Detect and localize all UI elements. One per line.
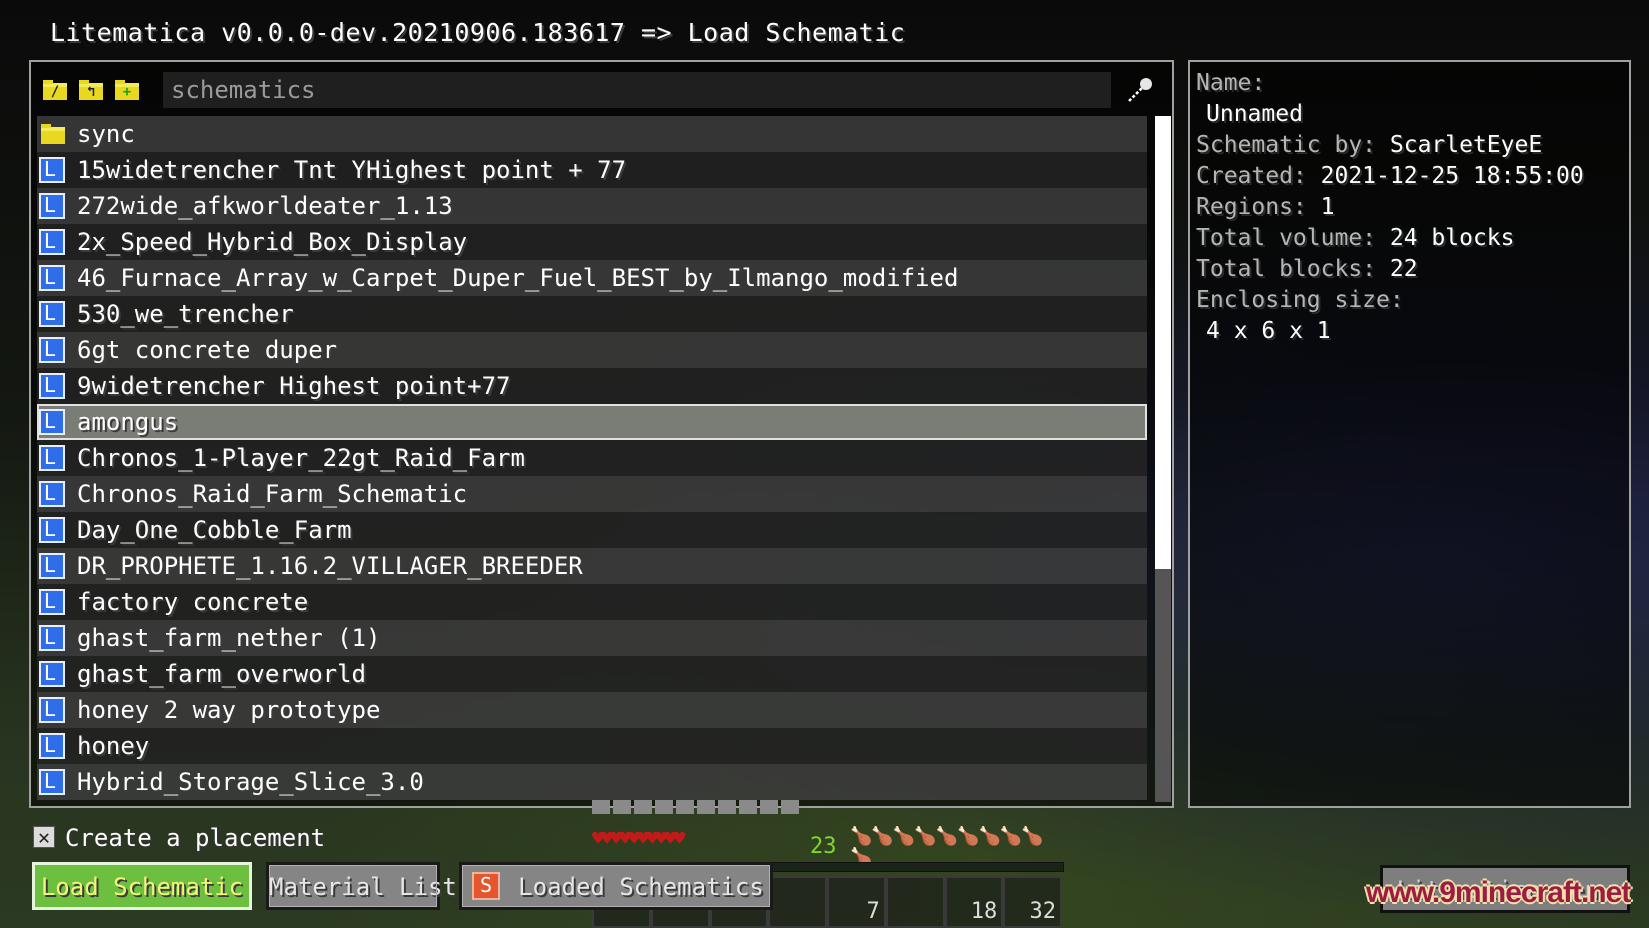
entry-name: 9widetrencher Highest point+77 xyxy=(77,372,511,400)
file-row[interactable]: L DR_PROPHETE_1.16.2_VILLAGER_BREEDER xyxy=(37,548,1147,584)
entry-name: ghast_farm_nether (1) xyxy=(77,624,381,652)
info-author: Schematic by: ScarletEyeE xyxy=(1196,132,1543,158)
selected-file-row[interactable]: Lamongus xyxy=(37,404,1147,440)
litematic-file-icon: L xyxy=(39,409,65,435)
entry-name: 2x_Speed_Hybrid_Box_Display xyxy=(77,228,468,256)
loaded-schematics-button[interactable]: S Loaded Schematics xyxy=(459,862,773,910)
watermark: www.9minecraft.net xyxy=(1366,876,1631,909)
entry-name: amongus xyxy=(77,408,179,436)
file-row[interactable]: L 6gt concrete duper xyxy=(37,332,1147,368)
file-row[interactable]: Lfactory concrete xyxy=(37,584,1147,620)
entry-name: 15widetrencher Tnt YHighest point + 77 xyxy=(77,156,627,184)
folder-create-icon[interactable]: + xyxy=(115,80,139,100)
litematic-file-icon: L xyxy=(39,733,65,759)
entry-name: Chronos_1-Player_22gt_Raid_Farm xyxy=(77,444,525,472)
created-value: 2021-12-25 18:55:00 xyxy=(1320,163,1584,189)
file-row[interactable]: L Hybrid_Storage_Slice_3.0 xyxy=(37,764,1147,800)
litematic-file-icon: L xyxy=(39,517,65,543)
file-row[interactable]: L 530_we_trencher xyxy=(37,296,1147,332)
folder-root-icon[interactable]: / xyxy=(43,80,67,100)
entry-name: 530_we_trencher xyxy=(77,300,294,328)
loaded-schematics-label: Loaded Schematics xyxy=(518,873,764,901)
info-size-label: Enclosing size: xyxy=(1196,287,1404,313)
litematica-s-icon: S xyxy=(472,872,500,900)
material-list-button[interactable]: Material List xyxy=(266,862,457,910)
litematic-file-icon: L xyxy=(39,625,65,651)
entry-name: Chronos_Raid_Farm_Schematic xyxy=(77,480,468,508)
hotbar-slot: 32 xyxy=(1003,876,1062,928)
entry-name: Day_One_Cobble_Farm xyxy=(77,516,352,544)
litematic-file-icon: L xyxy=(39,301,65,327)
entry-name: 46_Furnace_Array_w_Carpet_Duper_Fuel_BES… xyxy=(77,264,959,292)
schematic-info-panel: Name: Unnamed Schematic by: ScarletEyeE … xyxy=(1188,60,1631,808)
info-regions: Regions: 1 xyxy=(1196,194,1335,220)
load-schematic-button[interactable]: Load Schematic xyxy=(32,862,252,910)
file-row[interactable]: L Chronos_1-Player_22gt_Raid_Farm xyxy=(37,440,1147,476)
author-value: ScarletEyeE xyxy=(1389,132,1543,158)
xp-level: 23 xyxy=(810,834,837,859)
directory-row[interactable]: sync xyxy=(37,116,1147,152)
entry-name: ghast_farm_overworld xyxy=(77,660,366,688)
litematic-file-icon: L xyxy=(39,265,65,291)
litematic-file-icon: L xyxy=(39,337,65,363)
file-row[interactable]: L 2x_Speed_Hybrid_Box_Display xyxy=(37,224,1147,260)
file-row[interactable]: Lhoney xyxy=(37,728,1147,764)
create-placement-label: Create a placement xyxy=(65,824,326,852)
file-row[interactable]: L 15widetrencher Tnt YHighest point + 77 xyxy=(37,152,1147,188)
pin-icon[interactable] xyxy=(1125,76,1155,104)
entry-name: 6gt concrete duper xyxy=(77,336,338,364)
entry-name: factory concrete xyxy=(77,588,309,616)
file-row[interactable]: L 46_Furnace_Array_w_Carpet_Duper_Fuel_BE… xyxy=(37,260,1147,296)
volume-value: 24 blocks xyxy=(1389,225,1515,251)
entry-name: honey xyxy=(77,732,150,760)
info-name-label: Name: xyxy=(1196,70,1266,96)
hotbar-slot: 7 xyxy=(827,876,886,928)
current-path-field[interactable]: schematics xyxy=(163,72,1111,108)
armor-bar xyxy=(592,800,799,814)
litematic-file-icon: L xyxy=(39,589,65,615)
entry-name: 272wide_afkworldeater_1.13 xyxy=(77,192,453,220)
litematic-file-icon: L xyxy=(39,373,65,399)
hotbar-slot: 18 xyxy=(944,876,1004,928)
file-row[interactable]: Lhoney 2 way prototype xyxy=(37,692,1147,728)
hotbar-slot xyxy=(885,876,945,928)
info-volume: Total volume: 24 blocks xyxy=(1196,225,1515,251)
info-blocks: Total blocks: 22 xyxy=(1196,256,1418,282)
entry-name: Hybrid_Storage_Slice_3.0 xyxy=(77,768,424,796)
litematic-file-icon: L xyxy=(39,661,65,687)
hotbar-slot xyxy=(768,876,827,928)
litematic-file-icon: L xyxy=(39,481,65,507)
file-row[interactable]: Lghast_farm_overworld xyxy=(37,656,1147,692)
file-row[interactable]: L Day_One_Cobble_Farm xyxy=(37,512,1147,548)
info-size-value: 4 x 6 x 1 xyxy=(1206,318,1331,344)
file-row[interactable]: Lghast_farm_nether (1) xyxy=(37,620,1147,656)
litematic-file-icon: L xyxy=(39,193,65,219)
scrollbar-thumb[interactable] xyxy=(1155,116,1171,569)
file-row[interactable]: L Chronos_Raid_Farm_Schematic xyxy=(37,476,1147,512)
file-row[interactable]: L 272wide_afkworldeater_1.13 xyxy=(37,188,1147,224)
folder-up-icon[interactable]: ↰ xyxy=(79,80,103,100)
info-name-value: Unnamed xyxy=(1206,101,1303,127)
entry-name: sync xyxy=(77,120,135,148)
file-row[interactable]: L 9widetrencher Highest point+77 xyxy=(37,368,1147,404)
health-bar: ♥♥♥♥♥♥♥♥♥♥ xyxy=(592,826,685,850)
litematic-file-icon: L xyxy=(39,697,65,723)
regions-value: 1 xyxy=(1320,194,1335,220)
litematic-file-icon: L xyxy=(39,229,65,255)
litematic-file-icon: L xyxy=(39,553,65,579)
create-placement-checkbox[interactable]: ✕ xyxy=(33,826,55,848)
browser-toolbar: / ↰ + schematics xyxy=(39,72,1167,108)
scrollbar[interactable] xyxy=(1155,116,1171,802)
entry-name: DR_PROPHETE_1.16.2_VILLAGER_BREEDER xyxy=(77,552,583,580)
litematic-file-icon: L xyxy=(39,157,65,183)
litematic-file-icon: L xyxy=(39,445,65,471)
litematic-file-icon: L xyxy=(39,769,65,795)
folder-icon xyxy=(41,124,65,144)
info-created: Created: 2021-12-25 18:55:00 xyxy=(1196,163,1584,189)
entry-name: honey 2 way prototype xyxy=(77,696,381,724)
blocks-value: 22 xyxy=(1389,256,1418,282)
file-browser-panel: / ↰ + schematics sync L 15widetrencher Tnt… xyxy=(29,60,1174,808)
window-title: Litematica v0.0.0-dev.20210906.183617 =>… xyxy=(50,18,906,47)
file-list: sync L 15widetrencher Tnt YHighest point +… xyxy=(37,116,1147,802)
